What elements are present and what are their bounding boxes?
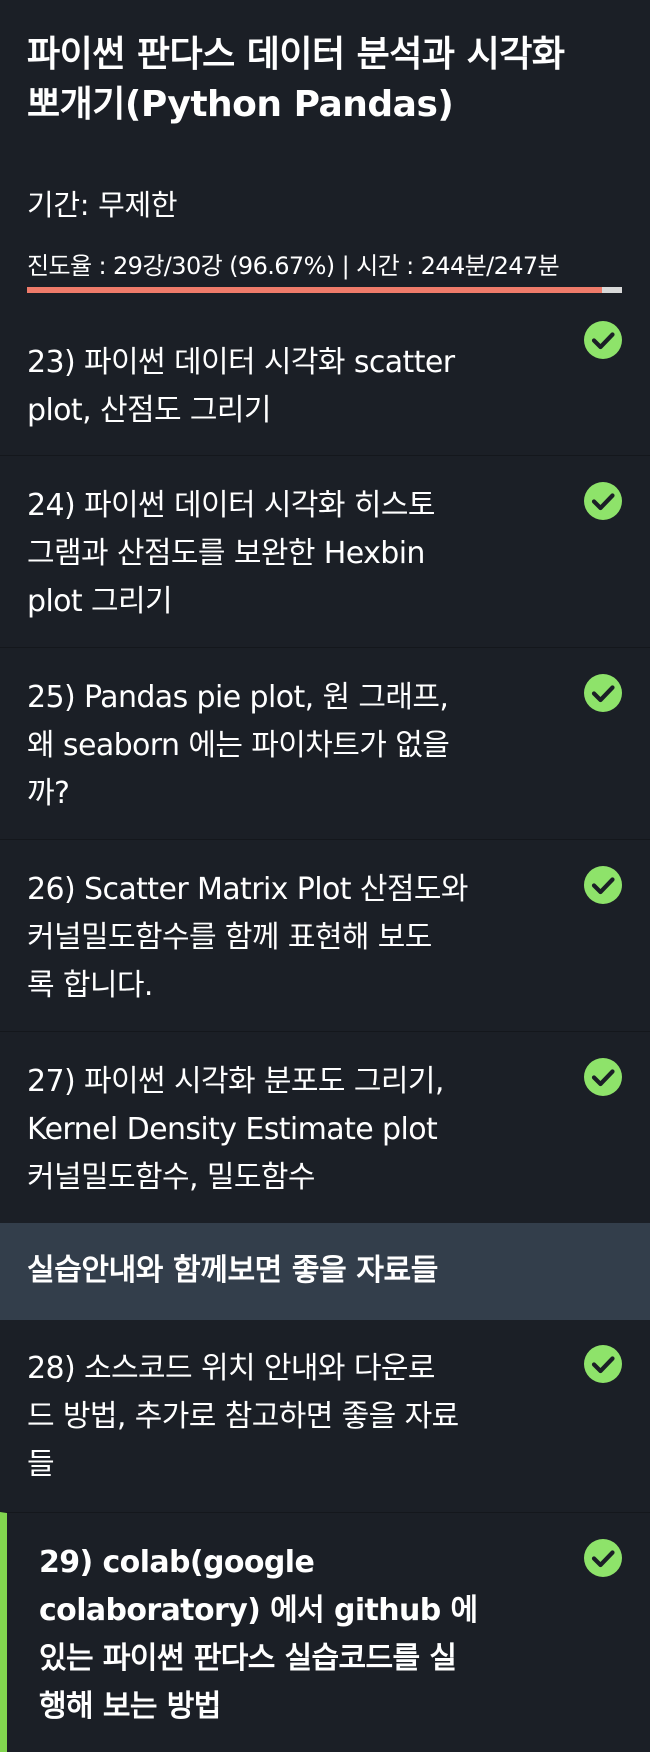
check-circle-icon <box>584 1539 622 1577</box>
lesson-title: 27) 파이썬 시각화 분포도 그리기, Kernel Density Esti… <box>27 1064 444 1195</box>
lesson-item-current[interactable]: 29) colab(google colaboratory) 에서 github… <box>0 1512 650 1752</box>
progress-text: 진도율 : 29강/30강 (96.67%) | 시간 : 244분/247분 <box>27 252 560 280</box>
lesson-item[interactable]: 25) Pandas pie plot, 원 그래프, 왜 seaborn 에는… <box>0 647 650 839</box>
progress-bar-fill <box>27 287 603 293</box>
lesson-title: 24) 파이썬 데이터 시각화 히스토 그램과 산점도를 보완한 Hexbin … <box>27 488 435 619</box>
check-circle-icon <box>584 321 622 359</box>
lesson-title: 28) 소스코드 위치 안내와 다운로 드 방법, 추가로 참고하면 좋을 자료… <box>27 1351 459 1482</box>
course-title: 파이썬 판다스 데이터 분석과 시각화 뽀개기(Python Pandas) <box>27 34 565 125</box>
course-header: 파이썬 판다스 데이터 분석과 시각화 뽀개기(Python Pandas) 기… <box>0 0 650 318</box>
section-title: 실습안내와 함께보면 좋을 자료들 <box>27 1253 438 1288</box>
lesson-item[interactable]: 28) 소스코드 위치 안내와 다운로 드 방법, 추가로 참고하면 좋을 자료… <box>0 1320 650 1512</box>
lesson-title: 29) colab(google colaboratory) 에서 github… <box>39 1545 478 1724</box>
lesson-item[interactable]: 24) 파이썬 데이터 시각화 히스토 그램과 산점도를 보완한 Hexbin … <box>0 455 650 647</box>
check-circle-icon <box>584 866 622 904</box>
check-circle-icon <box>584 1345 622 1383</box>
lesson-item[interactable]: 27) 파이썬 시각화 분포도 그리기, Kernel Density Esti… <box>0 1031 650 1223</box>
course-period: 기간: 무제한 <box>27 188 178 222</box>
check-circle-icon <box>584 1058 622 1096</box>
section-header: 실습안내와 함께보면 좋을 자료들 <box>0 1223 650 1320</box>
lesson-item[interactable]: 23) 파이썬 데이터 시각화 scatter plot, 산점도 그리기 <box>0 300 650 455</box>
check-circle-icon <box>584 674 622 712</box>
lesson-item[interactable]: 26) Scatter Matrix Plot 산점도와 커널밀도함수를 함께 … <box>0 839 650 1031</box>
progress-bar <box>27 287 622 293</box>
check-circle-icon <box>584 482 622 520</box>
lesson-title: 26) Scatter Matrix Plot 산점도와 커널밀도함수를 함께 … <box>27 872 468 1003</box>
lesson-title: 23) 파이썬 데이터 시각화 scatter plot, 산점도 그리기 <box>27 345 455 428</box>
lesson-title: 25) Pandas pie plot, 원 그래프, 왜 seaborn 에는… <box>27 680 450 811</box>
